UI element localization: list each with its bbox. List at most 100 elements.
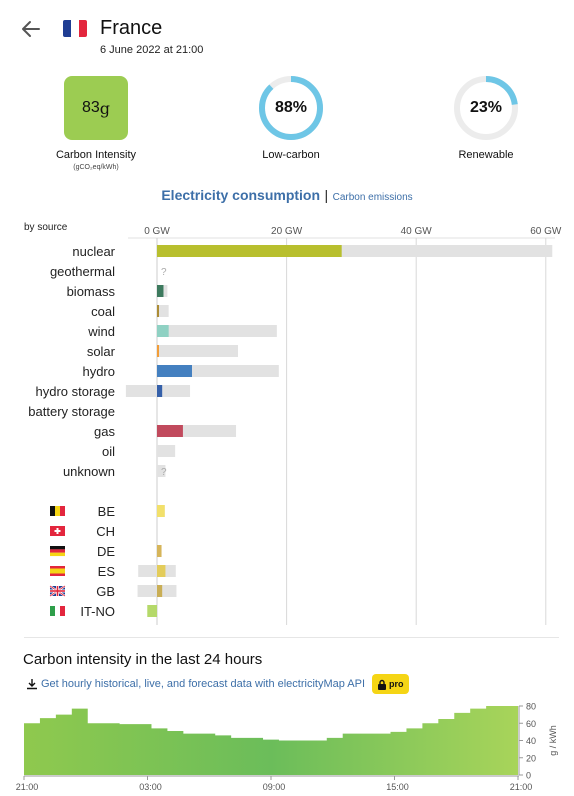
capacity-bar-negative <box>138 565 157 577</box>
y-tick-label: 60 <box>526 719 536 729</box>
production-bar <box>157 505 165 517</box>
intensity-area <box>24 706 518 775</box>
flag-stripe <box>50 546 65 550</box>
lock-icon <box>378 679 387 690</box>
tab-separator: | <box>324 187 329 203</box>
tab-electricity-consumption[interactable]: Electricity consumption <box>161 187 320 203</box>
carbon-intensity-label: Carbon Intensity <box>55 149 137 161</box>
x-tick-label: 15:00 <box>386 782 409 792</box>
capacity-bar <box>157 325 277 337</box>
source-label: coal <box>91 304 115 319</box>
api-link[interactable]: Get hourly historical, live, and forecas… <box>26 674 409 694</box>
source-label: gas <box>94 424 115 439</box>
mode-tabs: Electricity consumption | Carbon emissio… <box>0 187 574 205</box>
carbon-intensity-value: 83 <box>81 99 100 116</box>
carbon-intensity-box[interactable]: 83 g <box>64 76 128 140</box>
flag-stripe <box>60 606 65 616</box>
x-tick-label: 0 GW <box>144 226 170 237</box>
carbon-intensity-unit: g <box>99 98 111 118</box>
tab-carbon-emissions[interactable]: Carbon emissions <box>333 192 413 203</box>
production-bar <box>157 365 192 377</box>
production-bar <box>157 425 183 437</box>
flag-stripe <box>50 549 65 553</box>
exchange-label: IT-NO <box>80 604 115 619</box>
production-bar <box>147 605 157 617</box>
pro-badge[interactable]: pro <box>372 674 409 694</box>
production-bar <box>157 585 163 597</box>
source-label: battery storage <box>28 404 115 419</box>
source-label: hydro <box>82 364 115 379</box>
renewable-value: 23% <box>469 99 503 116</box>
y-tick-label: 0 <box>526 771 531 781</box>
production-bar <box>157 305 159 317</box>
datetime: 6 June 2022 at 21:00 <box>100 44 204 56</box>
low-carbon-label: Low-carbon <box>262 149 320 161</box>
source-label: oil <box>102 444 115 459</box>
flag-cross <box>50 590 65 592</box>
flag-stripe <box>60 506 65 516</box>
flag-be-icon <box>50 506 65 516</box>
unknown-mark: ? <box>161 467 167 478</box>
country-title: France <box>100 17 163 39</box>
france-flag-icon <box>63 20 87 37</box>
y-tick-label: 20 <box>526 753 536 763</box>
flag-stripe <box>50 506 55 516</box>
production-bar <box>157 325 169 337</box>
source-label: solar <box>87 344 116 359</box>
back-arrow-icon[interactable] <box>20 18 42 40</box>
y-tick-label: 80 <box>526 702 536 712</box>
capacity-bar <box>157 445 176 457</box>
capacity-bar-negative <box>137 585 157 597</box>
production-bar <box>157 345 159 357</box>
flag-stripe <box>50 568 65 574</box>
production-bar <box>157 385 163 397</box>
flag-ch-icon <box>50 526 65 536</box>
download-icon <box>27 679 37 690</box>
x-tick-label: 60 GW <box>530 226 562 237</box>
source-label: hydro storage <box>36 384 116 399</box>
x-tick-label: 40 GW <box>401 226 433 237</box>
x-tick-label: 03:00 <box>139 782 162 792</box>
flag-stripe <box>50 552 65 557</box>
history-title: Carbon intensity in the last 24 hours <box>23 651 263 668</box>
section-divider <box>24 637 559 638</box>
exchange-label: ES <box>98 564 116 579</box>
source-label: wind <box>87 324 115 339</box>
flag-es-icon <box>50 566 65 576</box>
y-tick-label: 40 <box>526 736 536 746</box>
source-label: unknown <box>63 464 115 479</box>
source-label: geothermal <box>50 264 115 279</box>
production-bar <box>157 565 166 577</box>
x-tick-label: 21:00 <box>16 782 39 792</box>
flag-stripe <box>50 606 55 616</box>
y-axis-unit: g / kWh <box>548 725 558 756</box>
source-label: biomass <box>67 284 116 299</box>
api-link-text[interactable]: Get hourly historical, live, and forecas… <box>41 678 365 690</box>
exchange-label: DE <box>97 544 115 559</box>
capacity-bar <box>157 345 238 357</box>
x-tick-label: 20 GW <box>271 226 303 237</box>
low-carbon-value: 88% <box>274 99 308 116</box>
pro-label: pro <box>389 679 404 689</box>
source-label: nuclear <box>72 244 115 259</box>
flag-cross <box>54 530 61 532</box>
carbon-intensity-unit-label: (gCO₂eq/kWh) <box>73 164 119 171</box>
flag-it-no-icon <box>50 606 65 616</box>
production-bar <box>157 245 342 257</box>
production-bar <box>157 285 164 297</box>
unknown-mark: ? <box>161 267 167 278</box>
flag-de-icon <box>50 546 65 557</box>
capacity-bar-negative <box>125 385 157 397</box>
flag-stripe <box>55 606 60 616</box>
production-bar <box>157 545 162 557</box>
flag-stripe <box>55 506 60 516</box>
x-tick-label: 21:00 <box>510 782 533 792</box>
source-breakdown-chart: by source 0 GW 20 GW 40 GW 60 GW nuclear geoth… <box>24 222 562 625</box>
chart-title: by source <box>24 222 68 233</box>
renewable-label: Renewable <box>458 149 514 161</box>
header: France 6 June 2022 at 21:00 <box>0 0 574 64</box>
carbon-intensity-history-chart[interactable]: 80 60 40 20 0 g / kWh 21:00 03:00 09:00 15:00 21:0… <box>0 698 574 796</box>
x-tick-label: 09:00 <box>263 782 286 792</box>
exchange-label: CH <box>96 524 115 539</box>
flag-gb-icon <box>49 585 66 597</box>
